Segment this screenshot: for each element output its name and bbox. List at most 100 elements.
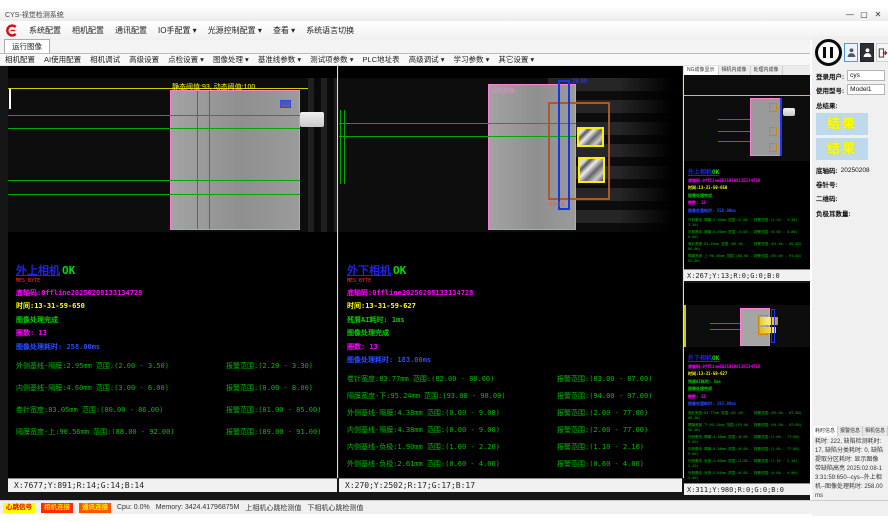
ng-image-upper[interactable]	[684, 75, 810, 161]
tab-alarm-info[interactable]: 报警信息	[838, 426, 863, 436]
machine-bands	[308, 78, 337, 232]
close-button[interactable]: ✕	[871, 8, 885, 21]
menu-item-light-control[interactable]: 光源控制配置 ▾	[208, 25, 262, 36]
ng-view-lower: 外下相机OK 底轴码:0ffline20250208133134728 时间:1…	[684, 283, 810, 495]
camera-image-upper[interactable]: 静态阈值:93, 动态阈值:100 48	[8, 78, 337, 232]
exit-button[interactable]	[876, 43, 888, 62]
measurement-row: 隔膜宽度-上:90.56mm 范围:(88.00 - 92.00)报警范围:(8…	[16, 427, 333, 437]
toolbar-spot-check[interactable]: 点检设置 ▾	[168, 54, 204, 65]
green-guide-line	[710, 329, 742, 330]
menu-bar: 系统配置 相机配置 通讯配置 IO手配置 ▾ 光源控制配置 ▾ 查看 ▾ 系统语…	[0, 21, 888, 40]
loops-line: 圈数: 13	[688, 200, 808, 206]
title-bar: CYS-视觉检测系统 — ▢ ✕	[0, 8, 888, 21]
tab-elapsed-info[interactable]: 耗时信息	[813, 426, 838, 436]
login-user-label: 登录用户:	[816, 71, 844, 81]
blue-marker-value: 28.80	[571, 79, 588, 85]
log-tabs: 耗时信息 报警信息 相机信息	[813, 426, 887, 436]
app-status-bar: 心跳信号 相机连接 通讯连接 Cpu: 0.0% Memory: 3424.41…	[0, 500, 888, 514]
edge-marker	[9, 89, 11, 109]
toolbar-camera-debug[interactable]: 相机调试	[90, 54, 120, 65]
green-guide-line	[339, 136, 576, 137]
green-guide-line	[339, 123, 576, 124]
camera-info-lower: 外下相机OK MES_BYTE 底轴码:0ffline2025020813313…	[347, 262, 678, 476]
toolbar-baseline-params[interactable]: 基准线参数 ▾	[258, 54, 301, 65]
elapsed-line: 图像处理耗时: 258.00ms	[16, 342, 333, 352]
green-guide-vline	[209, 91, 210, 229]
comm-connect-badge: 通讯连接	[79, 503, 111, 513]
measurement-row: 外侧基线-隔膜:4.38mm 范围:(0.00 - 9.00)报警范围:(2.0…	[347, 408, 678, 418]
camera-title: 外上相机OK	[16, 262, 333, 278]
tab-processed-image[interactable]: 处理内成像	[751, 66, 783, 75]
tab-run-image[interactable]: 运行图像	[4, 39, 50, 53]
measurement-rows: 外侧基线-隔膜:2.95mm 范围:(2.00 - 3.50)报警范围:(2.2…	[688, 218, 808, 263]
log-text: 耗时: 222, 缺陷检测耗时: 17, 缺陷分类耗时: 0, 缺陷提取分区耗时…	[815, 438, 884, 501]
exit-icon	[878, 47, 888, 59]
menu-item-camera-config[interactable]: 相机配置	[72, 25, 104, 36]
barcode-line: 底轴码:0ffline20250208133134728	[16, 288, 333, 298]
barcode-line: 底轴码:0ffline20250208133134728	[688, 178, 808, 184]
pin-number-label: 卷针号:	[816, 179, 838, 189]
ng-view-upper: NG成像显示 相机内成像 处理内成像 外上相机OK 底轴码:0ffli	[684, 66, 810, 281]
cpu-usage: Cpu: 0.0%	[117, 504, 150, 511]
tab-ng-display[interactable]: NG成像显示	[684, 66, 719, 75]
toolbar-plc-address-table[interactable]: PLC地址表	[363, 54, 400, 65]
camera-image-lower[interactable]: AI检测框 28.80 4.9 0.9	[339, 78, 682, 232]
toolbar-image-processing[interactable]: 图像处理 ▾	[213, 54, 249, 65]
camera-title: 外下相机OK	[347, 262, 678, 278]
done-line: 图像处理完成	[688, 386, 808, 392]
login-user-value[interactable]: cys	[847, 70, 885, 81]
ng-image-lower[interactable]	[684, 305, 810, 347]
cursor-status-ng-lower: X:311;Y:980;R:0;G:0;B:0	[684, 483, 810, 495]
menu-item-comm-config[interactable]: 通讯配置	[115, 25, 147, 36]
minimize-button[interactable]: —	[843, 8, 857, 21]
green-guide-line	[710, 323, 742, 324]
cursor-status-ng-upper: X:267;Y:13;R:0;G:0;B:0	[684, 269, 810, 281]
tab-camera-info[interactable]: 相机信息	[863, 426, 888, 436]
blue-marker-value: 48	[280, 100, 291, 108]
user-login-button[interactable]	[844, 43, 858, 62]
qr-code-label: 二维码:	[816, 193, 838, 203]
pause-button[interactable]	[815, 39, 842, 66]
tab-camera-image[interactable]: 相机内成像	[719, 66, 751, 75]
blue-guide-box	[771, 309, 775, 343]
user-dark-icon	[863, 47, 872, 58]
toolbar-camera-config[interactable]: 相机配置	[5, 54, 35, 65]
result-ok-text: OK	[393, 264, 406, 277]
menu-item-view[interactable]: 查看 ▾	[273, 25, 295, 36]
detect-box	[769, 143, 777, 152]
done-line: 图像处理完成	[16, 315, 333, 325]
measurement-row: 外侧基线-隔膜:2.95mm 范围:(2.00 - 3.50)报警范围:(2.2…	[16, 361, 333, 371]
window-controls: — ▢ ✕	[843, 8, 885, 21]
time-line: 时间:13-31-59-627	[688, 371, 808, 377]
time-line: 时间:13-31-59-650	[688, 185, 808, 191]
green-guide-line	[8, 115, 300, 116]
toolbar-test-params[interactable]: 测试项参数 ▾	[310, 54, 353, 65]
menu-item-language-switch[interactable]: 系统语言切换	[306, 25, 354, 36]
ng-info-lower: 外下相机OK 底轴码:0ffline20250208133134728 时间:1…	[688, 353, 808, 483]
ng-view-tabs: NG成像显示 相机内成像 处理内成像	[684, 66, 810, 75]
thumbnail-column: NG成像显示 相机内成像 处理内成像 外上相机OK 底轴码:0ffli	[684, 66, 810, 496]
time-line: 时间:13-31-59-627	[347, 301, 678, 311]
sidebar-fields: 登录用户:cys 使用型号:Model1 总结果: 结果 结果 底轴码:2025…	[816, 70, 885, 221]
model-input[interactable]: Model1	[847, 84, 885, 95]
done-line: 图像处理完成	[688, 193, 808, 199]
small-red-values: 4.9 0.9	[549, 202, 564, 208]
maximize-button[interactable]: ▢	[857, 8, 871, 21]
elapsed-line: 图像处理耗时: 183.00ms	[688, 401, 808, 407]
camera-title: 外上相机OK	[688, 167, 808, 176]
neg-tab-count-label: 负极耳数量:	[816, 208, 851, 218]
total-result-label: 总结果:	[816, 100, 838, 110]
toolbar-other-settings[interactable]: 其它设置 ▾	[498, 54, 534, 65]
camera-info-upper: 外上相机OK MES_BYTE 底轴码:0ffline2025020813313…	[16, 262, 333, 449]
app-window: CYS-视觉检测系统 — ▢ ✕ 系统配置 相机配置 通讯配置 IO手配置 ▾ …	[0, 0, 888, 522]
toolbar-advanced-debug[interactable]: 高级调试 ▾	[409, 54, 445, 65]
camera-title: 外下相机OK	[688, 353, 808, 362]
user-admin-button[interactable]	[860, 43, 874, 62]
barcode-line: 底轴码:0ffline20250208133134728	[347, 288, 678, 298]
ai-elapsed-line: 残屑AI耗时: 1ms	[688, 379, 808, 385]
toolbar-learning-params[interactable]: 学习参数 ▾	[453, 54, 489, 65]
toolbar-ai-use-config[interactable]: AI使用配置	[44, 54, 81, 65]
menu-item-system-config[interactable]: 系统配置	[29, 25, 61, 36]
toolbar-advanced-settings[interactable]: 高级设置	[129, 54, 159, 65]
menu-item-io-config[interactable]: IO手配置 ▾	[158, 25, 197, 36]
